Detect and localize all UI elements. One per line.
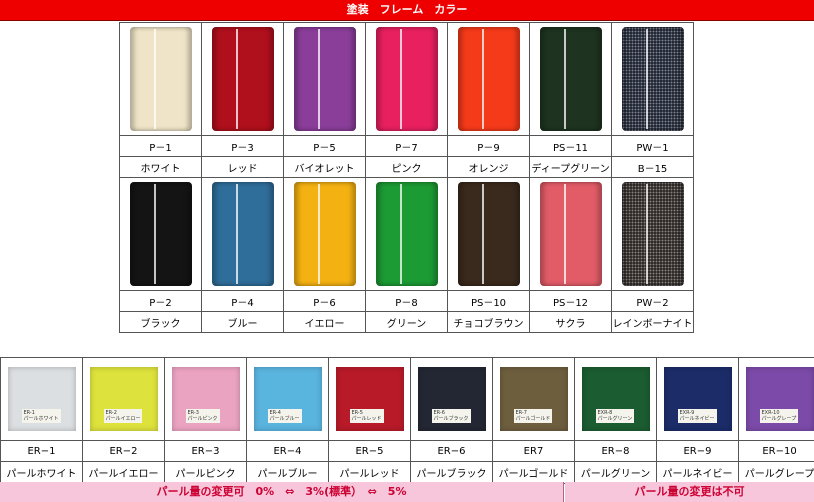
pearl-name: パールホワイト: [0, 461, 83, 484]
pearl-name: パールゴールド: [492, 461, 575, 484]
frame-code: PS－10: [447, 290, 530, 312]
frame-code: P－7: [365, 135, 448, 157]
frame-name: イエロー: [283, 311, 366, 333]
pearl-swatch: ER-2 パールイエロー: [89, 367, 158, 431]
frame-image-row-1: [119, 22, 694, 136]
frame-swatch: [375, 182, 438, 286]
frame-code: PW－2: [611, 290, 694, 312]
pearl-code: ER−3: [164, 440, 247, 462]
frame-name: グリーン: [365, 311, 448, 333]
frame-code: PS－12: [529, 290, 612, 312]
pearl-name: パールブルー: [246, 461, 329, 484]
pearl-code: ER7: [492, 440, 575, 462]
frame-swatch: [293, 182, 356, 286]
frame-name: B－15: [611, 156, 694, 178]
frame-name: ピンク: [365, 156, 448, 178]
pearl-name: パールグリーン: [574, 461, 657, 484]
pearl-image-row: ER-1 パールホワイト ER-2 パールイエロー ER-3 パールピンク ER…: [0, 357, 814, 441]
frame-swatch: [457, 182, 520, 286]
pearl-swatch: EXR-9 パールネイビー: [663, 367, 732, 431]
frame-swatch: [539, 182, 602, 286]
swatch-sticker: ER-7 パールゴールド: [513, 409, 553, 423]
swatch-sticker: ER-4 パールブルー: [267, 409, 302, 423]
pearl-swatch: ER-3 パールピンク: [171, 367, 240, 431]
pearl-code: ER−2: [82, 440, 165, 462]
frame-name: ブラック: [119, 311, 202, 333]
pearl-name: パールピンク: [164, 461, 247, 484]
pearl-swatch: ER-6 パールブラック: [417, 367, 486, 431]
page-title: 塗装 フレーム カラー: [0, 0, 814, 21]
frame-image-row-2: [119, 177, 694, 291]
frame-code: P－9: [447, 135, 530, 157]
frame-swatch: [375, 27, 438, 131]
frame-code: PW－1: [611, 135, 694, 157]
frame-swatch: [621, 27, 684, 131]
frame-name: オレンジ: [447, 156, 530, 178]
frame-swatch: [621, 182, 684, 286]
swatch-sticker: EXR-10 パールグレープ: [759, 409, 799, 423]
swatch-sticker: ER-6 パールブラック: [431, 409, 471, 423]
frame-name: レインボーナイト: [611, 311, 694, 333]
frame-swatch: [129, 27, 192, 131]
frame-code: P－1: [119, 135, 202, 157]
frame-swatch: [539, 27, 602, 131]
pearl-fixed-note: パール量の変更は不可: [565, 482, 814, 502]
pearl-swatch: ER-4 パールブルー: [253, 367, 322, 431]
frame-name: バイオレット: [283, 156, 366, 178]
swatch-sticker: ER-2 パールイエロー: [103, 409, 143, 423]
pearl-color-table: ER-1 パールホワイト ER-2 パールイエロー ER-3 パールピンク ER…: [0, 357, 814, 484]
pearl-swatch: EXR-10 パールグレープ: [745, 367, 814, 431]
frame-swatch: [457, 27, 520, 131]
pearl-name: パールブラック: [410, 461, 493, 484]
frame-code-row-1: P－1 P－3 P－5 P－7 P－9 PS－11 PW－1: [119, 135, 694, 157]
frame-name: ホワイト: [119, 156, 202, 178]
frame-code: P－8: [365, 290, 448, 312]
swatch-sticker: ER-5 パールレッド: [349, 409, 384, 423]
frame-name-row-1: ホワイト レッド バイオレット ピンク オレンジ ディープグリーン B－15: [119, 156, 694, 178]
frame-code-row-2: P－2 P－4 P－6 P－8 PS－10 PS－12 PW－2: [119, 290, 694, 312]
pearl-swatch: ER-5 パールレッド: [335, 367, 404, 431]
frame-color-table: P－1 P－3 P－5 P－7 P－9 PS－11 PW－1 ホワイト レッド …: [119, 22, 694, 333]
pearl-name-row: パールホワイト パールイエロー パールピンク パールブルー パールレッド パール…: [0, 461, 814, 484]
pearl-code: ER−1: [0, 440, 83, 462]
swatch-sticker: EXR-8 パールグリーン: [595, 409, 635, 423]
pearl-code: ER−8: [574, 440, 657, 462]
frame-swatch: [211, 27, 274, 131]
frame-swatch: [211, 182, 274, 286]
pearl-swatch: ER-1 パールホワイト: [7, 367, 76, 431]
frame-code: P－6: [283, 290, 366, 312]
frame-code: PS－11: [529, 135, 612, 157]
pearl-code: ER−9: [656, 440, 739, 462]
frame-name: チョコブラウン: [447, 311, 530, 333]
frame-code: P－3: [201, 135, 284, 157]
swatch-sticker: ER-3 パールピンク: [185, 409, 220, 423]
swatch-sticker: EXR-9 パールネイビー: [677, 409, 717, 423]
frame-name-row-2: ブラック ブルー イエロー グリーン チョコブラウン サクラ レインボーナイト: [119, 311, 694, 333]
frame-code: P－2: [119, 290, 202, 312]
pearl-name: パールレッド: [328, 461, 411, 484]
frame-swatch: [129, 182, 192, 286]
pearl-code: ER−6: [410, 440, 493, 462]
frame-swatch: [293, 27, 356, 131]
frame-name: レッド: [201, 156, 284, 178]
pearl-swatch: EXR-8 パールグリーン: [581, 367, 650, 431]
pearl-name: パールネイビー: [656, 461, 739, 484]
frame-name: サクラ: [529, 311, 612, 333]
pearl-name: パールイエロー: [82, 461, 165, 484]
swatch-sticker: ER-1 パールホワイト: [21, 409, 61, 423]
frame-code: P－4: [201, 290, 284, 312]
pearl-code: ER−4: [246, 440, 329, 462]
frame-code: P－5: [283, 135, 366, 157]
pearl-code-row: ER−1 ER−2 ER−3 ER−4 ER−5 ER−6 ER7 ER−8 E…: [0, 440, 814, 462]
pearl-adjustable-note: パール量の変更可 0% ⇔ 3%(標準） ⇔ 5%: [0, 482, 564, 502]
frame-name: ブルー: [201, 311, 284, 333]
pearl-code: ER−10: [738, 440, 814, 462]
pearl-code: ER−5: [328, 440, 411, 462]
pearl-swatch: ER-7 パールゴールド: [499, 367, 568, 431]
frame-name: ディープグリーン: [529, 156, 612, 178]
pearl-name: パールグレープ: [738, 461, 814, 484]
